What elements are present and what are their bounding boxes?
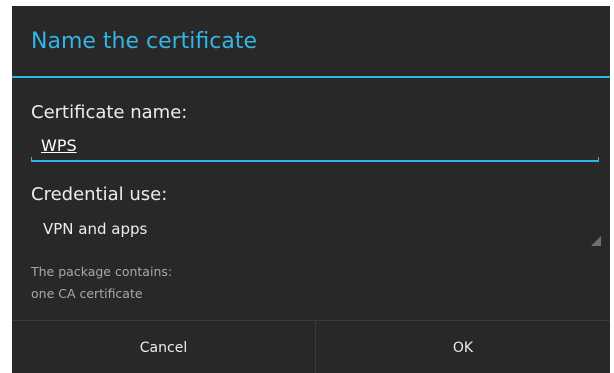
package-info-line-2: one CA certificate	[31, 286, 143, 301]
certificate-name-input[interactable]: WPS	[31, 132, 599, 162]
certificate-name-value: WPS	[41, 136, 77, 155]
name-certificate-dialog: Name the certificate Certificate name: W…	[12, 6, 610, 373]
credential-use-spinner[interactable]: VPN and apps	[31, 214, 601, 250]
ok-button[interactable]: OK	[316, 321, 610, 373]
input-tick-right	[598, 157, 599, 162]
dialog-title: Name the certificate	[31, 29, 258, 54]
credential-use-label: Credential use:	[31, 184, 168, 205]
cancel-button[interactable]: Cancel	[12, 321, 315, 373]
title-divider	[12, 76, 610, 78]
dialog-title-bar: Name the certificate	[12, 6, 610, 76]
input-underline	[31, 160, 599, 162]
input-tick-left	[31, 157, 32, 162]
credential-use-selected: VPN and apps	[43, 220, 148, 238]
dialog-button-bar: Cancel OK	[12, 320, 610, 373]
package-info-line-1: The package contains:	[31, 264, 173, 279]
spinner-triangle-icon	[591, 236, 601, 246]
certificate-name-label: Certificate name:	[31, 102, 188, 123]
